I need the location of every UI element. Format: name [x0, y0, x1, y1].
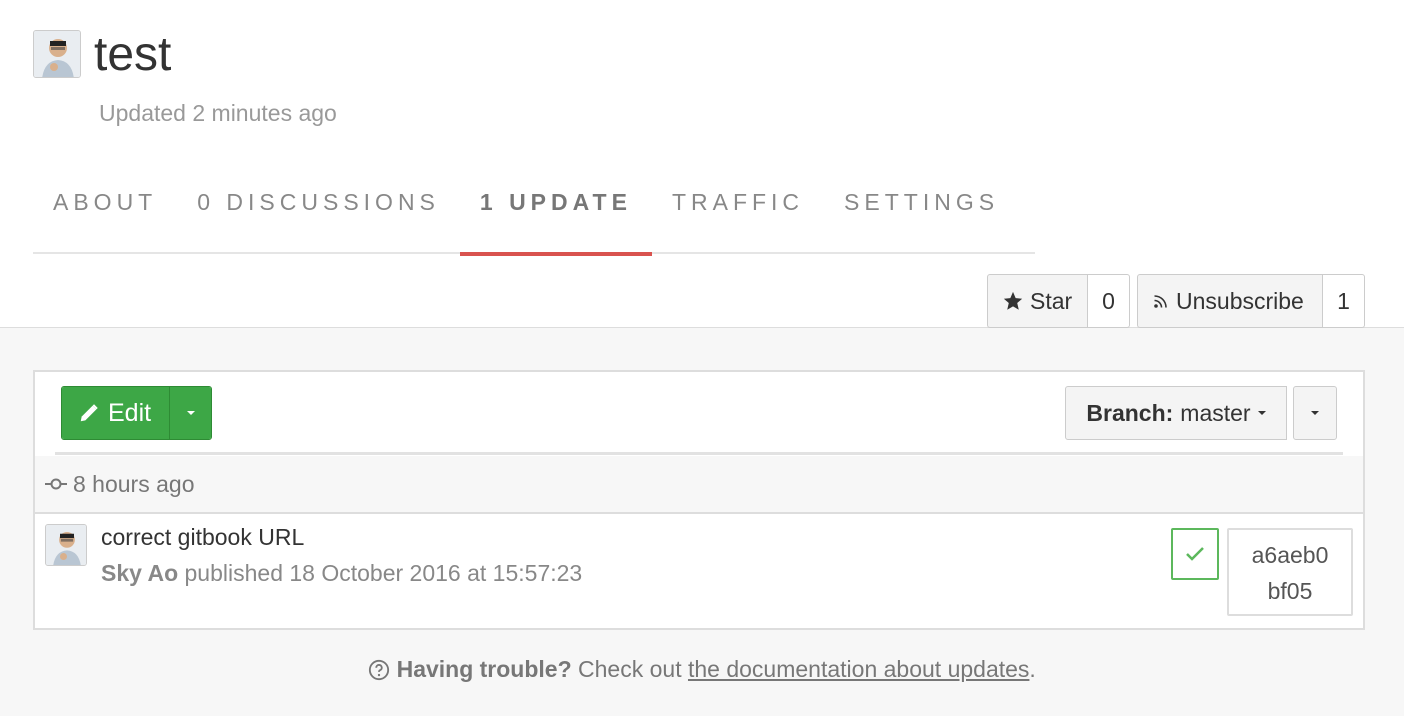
check-icon — [1186, 547, 1204, 561]
edit-dropdown-toggle[interactable] — [169, 387, 212, 439]
tab-updates[interactable]: 1 UPDATE — [459, 170, 652, 256]
star-label: Star — [1030, 287, 1073, 314]
avatar[interactable] — [33, 30, 81, 78]
tab-about[interactable]: ABOUT — [33, 170, 177, 254]
sha-line-2: bf05 — [1267, 578, 1313, 604]
edit-button[interactable]: Edit — [62, 387, 170, 439]
star-icon — [1003, 291, 1023, 310]
person-avatar-icon — [46, 525, 86, 565]
updated-timestamp: Updated 2 minutes ago — [99, 100, 337, 126]
date-label: 8 hours ago — [73, 470, 195, 497]
help-title: Having trouble? — [396, 656, 572, 682]
tab-traffic[interactable]: TRAFFIC — [652, 170, 824, 254]
page-title: test — [94, 28, 172, 81]
person-avatar-icon — [34, 31, 80, 77]
commit-published: published 18 October 2016 at 15:57:23 — [184, 560, 583, 586]
edit-label: Edit — [108, 398, 152, 427]
unsubscribe-button[interactable]: Unsubscribe — [1137, 274, 1323, 328]
edit-button-group: Edit — [61, 386, 213, 440]
divider — [55, 452, 1343, 455]
unsubscribe-label: Unsubscribe — [1176, 287, 1304, 314]
chevron-down-icon — [1311, 411, 1319, 415]
help-end: . — [1029, 656, 1036, 682]
help-footer: Having trouble? Check out the documentat… — [0, 656, 1404, 683]
commit-icon — [45, 478, 67, 490]
rss-icon — [1154, 295, 1167, 308]
star-group: Star 0 — [987, 274, 1130, 328]
build-status-badge[interactable] — [1171, 528, 1219, 580]
commit-author: Sky Ao — [101, 560, 179, 586]
question-circle-icon — [369, 659, 390, 681]
star-count: 0 — [1088, 274, 1130, 328]
sha-line-1: a6aeb0 — [1251, 542, 1329, 568]
subscribe-group: Unsubscribe 1 — [1137, 274, 1365, 328]
avatar[interactable] — [45, 524, 87, 566]
branch-selector[interactable]: Branch: master — [1065, 386, 1287, 440]
commit-sha-button[interactable]: a6aeb0 bf05 — [1227, 528, 1353, 616]
branch-prefix: Branch: — [1086, 399, 1174, 426]
panel-toolbar: Edit Branch: master — [35, 372, 1363, 456]
branch-dropdown-toggle[interactable] — [1293, 386, 1337, 440]
documentation-link[interactable]: the documentation about updates — [688, 656, 1029, 682]
branch-value: master — [1180, 399, 1251, 426]
tab-bar: ABOUT 0 DISCUSSIONS 1 UPDATE TRAFFIC SET… — [33, 170, 1035, 256]
help-text: Check out — [571, 656, 688, 682]
list-item: correct gitbook URL Sky Ao published 18 … — [35, 514, 1363, 628]
updates-panel: Edit Branch: master 8 hours ago correct … — [33, 370, 1365, 630]
chevron-down-icon — [186, 411, 195, 415]
commit-message[interactable]: correct gitbook URL — [101, 524, 304, 551]
tab-settings[interactable]: SETTINGS — [824, 170, 1019, 254]
commit-meta: Sky Ao published 18 October 2016 at 15:5… — [101, 560, 582, 587]
subscriber-count: 1 — [1323, 274, 1365, 328]
date-group-header: 8 hours ago — [35, 456, 1363, 514]
tab-discussions[interactable]: 0 DISCUSSIONS — [177, 170, 460, 254]
pencil-icon — [80, 404, 98, 422]
star-button[interactable]: Star — [987, 274, 1088, 328]
chevron-down-icon — [1257, 411, 1266, 415]
